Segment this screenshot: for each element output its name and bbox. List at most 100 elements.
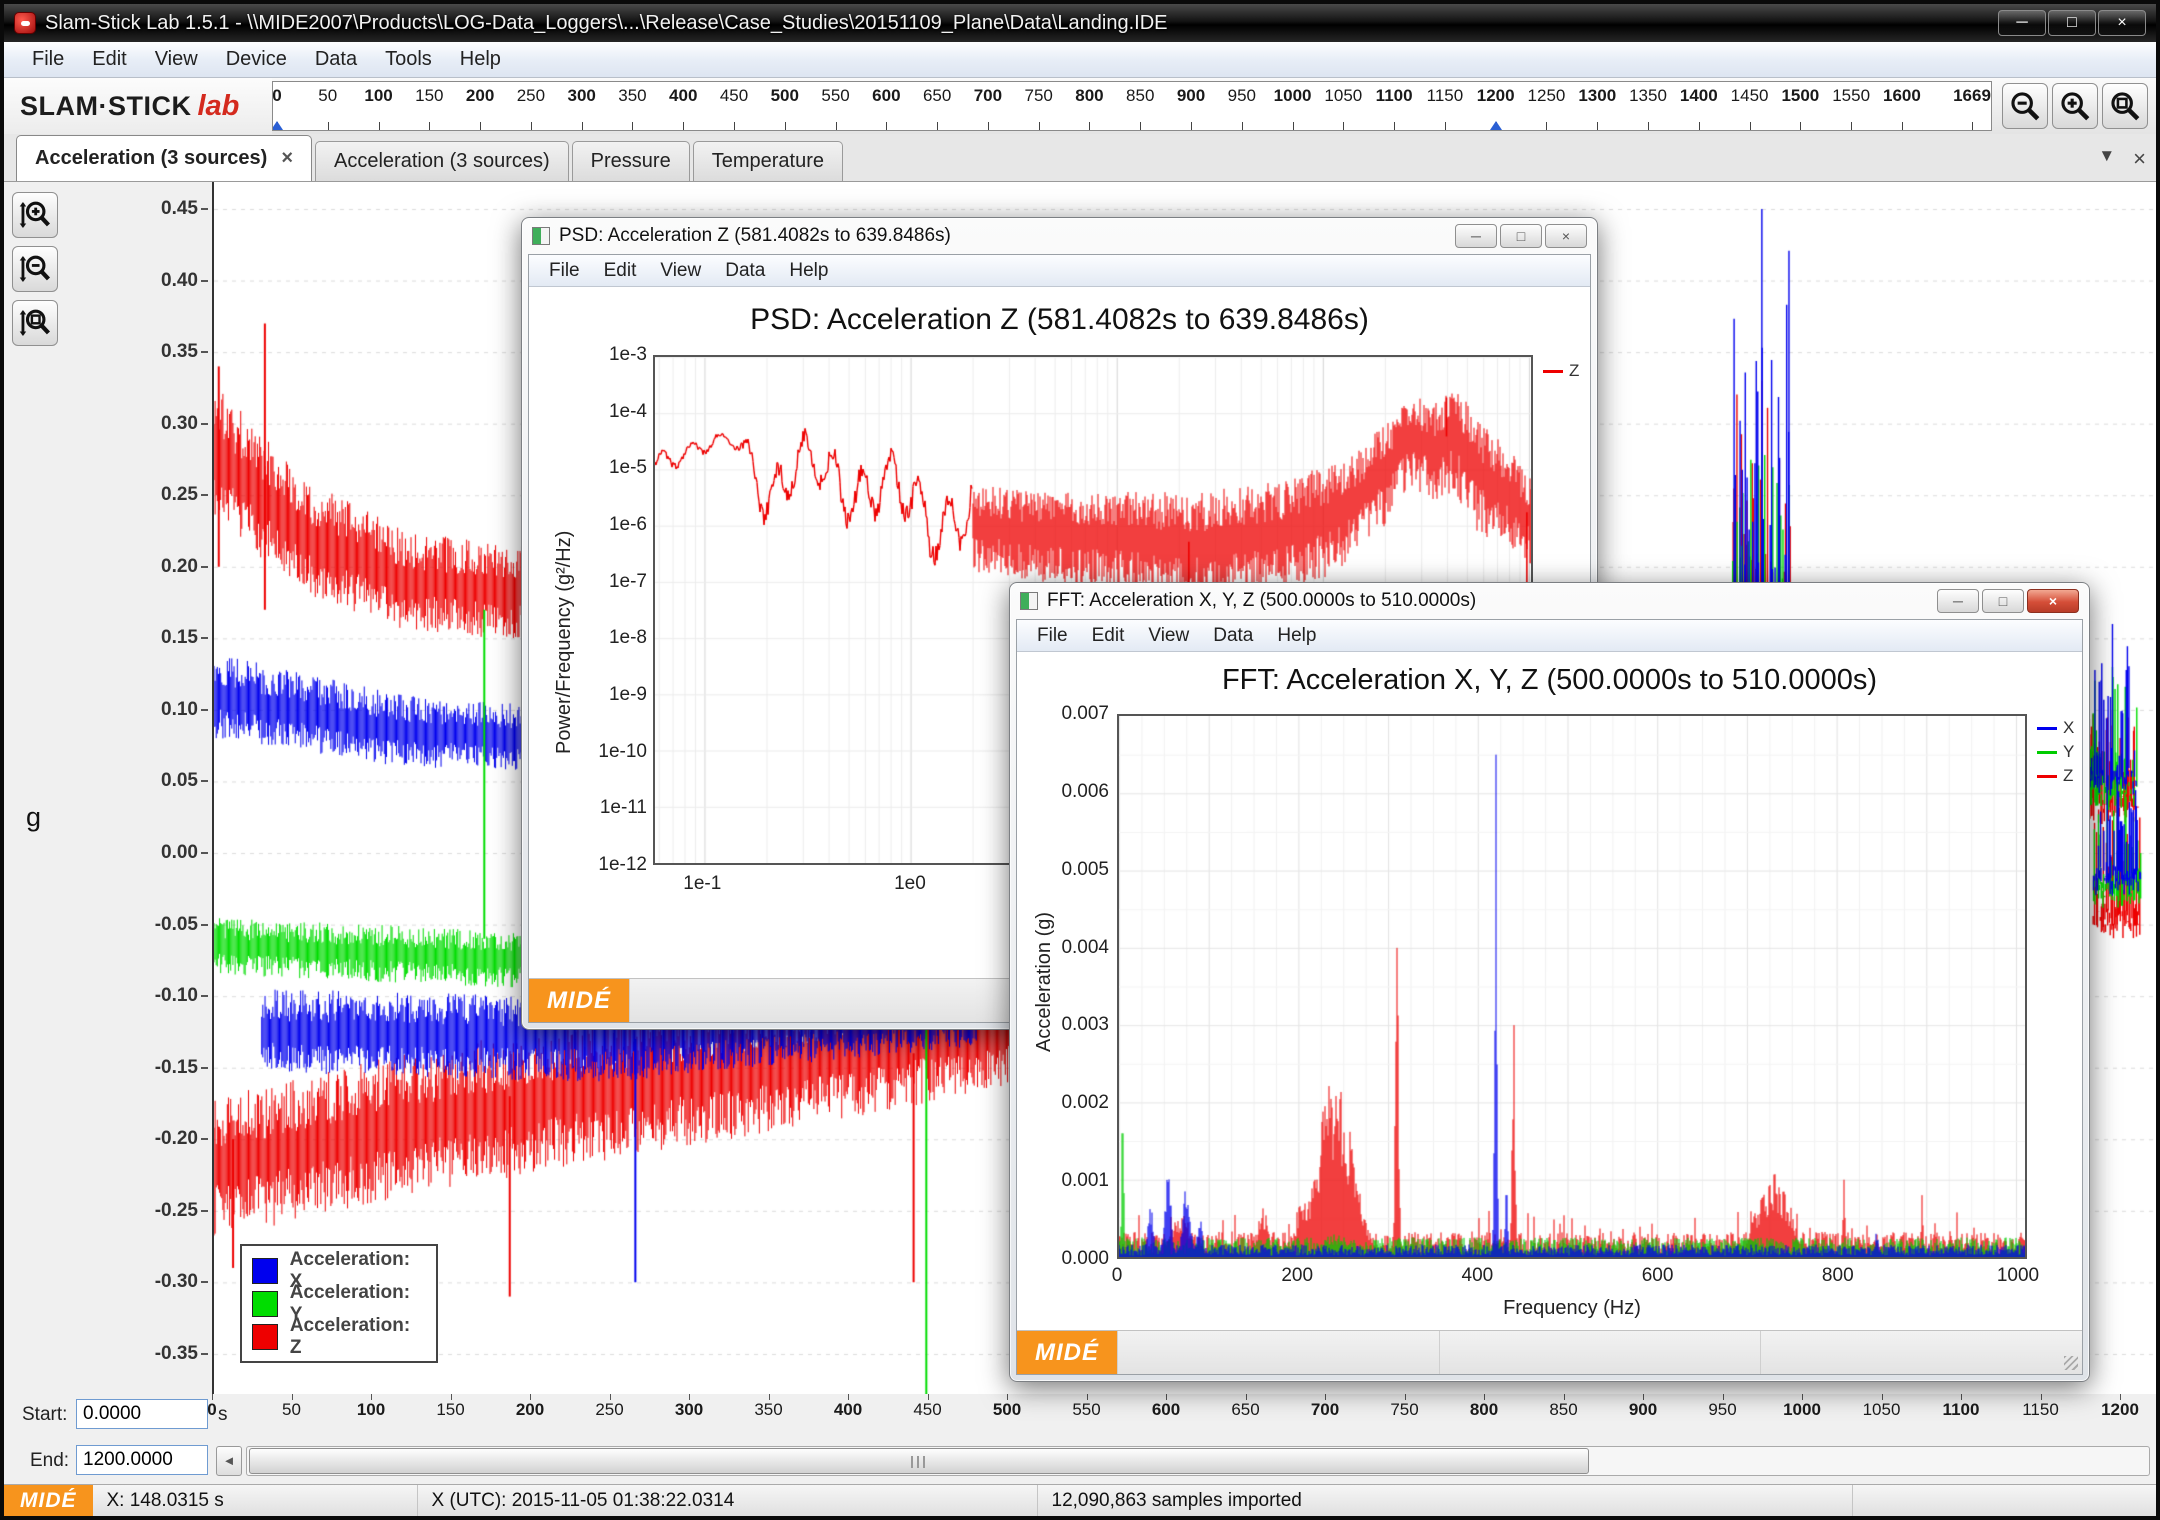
end-time-input[interactable] (76, 1445, 208, 1475)
legend-swatch (252, 1291, 278, 1317)
ruler-label: 100 (357, 1400, 385, 1420)
zoom-out-x-button[interactable] (2002, 83, 2048, 129)
fft-footer: MIDÉ (1017, 1330, 2082, 1374)
psd-y-tick: 1e-10 (575, 741, 647, 763)
fft-title-bar[interactable]: FFT: Acceleration X, Y, Z (500.0000s to … (1010, 583, 2089, 619)
resize-grip[interactable] (2064, 1356, 2078, 1370)
minimize-button[interactable]: ─ (1998, 10, 2046, 36)
ruler-label: 1450 (1731, 86, 1769, 106)
tab-3[interactable]: Temperature (693, 141, 843, 181)
ruler-label: 550 (821, 86, 849, 106)
legend-swatch (252, 1258, 278, 1284)
menu-item-tools[interactable]: Tools (371, 45, 446, 74)
ruler-label: 1500 (1781, 86, 1819, 106)
psd-minimize-button[interactable]: ─ (1455, 224, 1497, 248)
menu-item-edit[interactable]: Edit (1080, 623, 1137, 649)
fft-plot-area[interactable] (1117, 714, 2027, 1259)
status-x-cursor: X: 148.0315 s (93, 1485, 418, 1516)
close-button[interactable]: × (2098, 10, 2146, 36)
tab-0[interactable]: Acceleration (3 sources)× (16, 135, 312, 181)
ruler-label: 1150 (1427, 86, 1464, 106)
menu-item-help[interactable]: Help (1265, 623, 1328, 649)
ruler-label: 1400 (1680, 86, 1718, 106)
main-y-axis: 0.450.400.350.300.250.200.150.100.050.00… (4, 182, 208, 1394)
ruler-label: 200 (516, 1400, 544, 1420)
menu-item-view[interactable]: View (1136, 623, 1201, 649)
ruler-label: 600 (1152, 1400, 1180, 1420)
psd-close-button[interactable]: × (1545, 224, 1587, 248)
ruler-label: 150 (436, 1400, 464, 1420)
ruler-label: 1250 (1528, 86, 1566, 106)
tab-label: Acceleration (3 sources) (334, 150, 550, 173)
menu-item-file[interactable]: File (1025, 623, 1080, 649)
fft-close-button[interactable]: × (2027, 589, 2079, 613)
tab-1[interactable]: Acceleration (3 sources) (315, 141, 569, 181)
ruler-label: 600 (872, 86, 900, 106)
maximize-button[interactable]: □ (2048, 10, 2096, 36)
time-ruler[interactable]: 0501001502002503003504004505005506006507… (272, 81, 1992, 131)
fft-minimize-button[interactable]: ─ (1937, 589, 1979, 613)
ruler-label: 300 (675, 1400, 703, 1420)
brand-text: SLAM·STICK (20, 91, 191, 122)
fft-window-icon (1020, 592, 1038, 610)
ruler-label: 250 (595, 1400, 623, 1420)
menu-item-data[interactable]: Data (301, 45, 371, 74)
ruler-label: 1050 (1324, 86, 1362, 106)
fft-x-tick: 0 (1112, 1265, 1123, 1287)
menu-item-edit[interactable]: Edit (78, 45, 140, 74)
y-tick-label: -0.05 (155, 914, 198, 936)
y-tick-label: 0.10 (161, 699, 198, 721)
menu-item-view[interactable]: View (648, 258, 713, 284)
scrollbar-thumb[interactable] (249, 1448, 1589, 1474)
menu-item-help[interactable]: Help (446, 45, 515, 74)
horizontal-scrollbar[interactable] (246, 1446, 2150, 1476)
fft-y-tick: 0.000 (1041, 1248, 1109, 1270)
psd-maximize-button[interactable]: □ (1500, 224, 1542, 248)
ruler-label: 400 (669, 86, 697, 106)
psd-x-tick: 1e0 (894, 873, 926, 895)
menu-item-device[interactable]: Device (212, 45, 301, 74)
menu-item-data[interactable]: Data (1201, 623, 1265, 649)
fft-x-tick: 200 (1281, 1265, 1313, 1287)
zoom-fit-x-button[interactable] (2102, 83, 2148, 129)
fft-window-title: FFT: Acceleration X, Y, Z (500.0000s to … (1047, 590, 1937, 612)
y-tick-label: 0.35 (161, 341, 198, 363)
menu-item-edit[interactable]: Edit (592, 258, 649, 284)
tab-list-dropdown-icon[interactable]: ▼ (2098, 146, 2115, 172)
psd-window-icon (532, 227, 550, 245)
main-plot-legend: Acceleration: XAcceleration: YAccelerati… (240, 1244, 438, 1363)
tab-label: Pressure (591, 150, 671, 173)
psd-title-bar[interactable]: PSD: Acceleration Z (581.4082s to 639.84… (522, 218, 1597, 254)
psd-y-tick: 1e-8 (575, 627, 647, 649)
fft-x-tick: 600 (1642, 1265, 1674, 1287)
menu-item-view[interactable]: View (141, 45, 212, 74)
zoom-in-x-button[interactable] (2052, 83, 2098, 129)
ruler-label: 350 (618, 86, 646, 106)
ruler-label: 50 (282, 1400, 301, 1420)
tab-close-icon[interactable]: × (281, 147, 293, 170)
tab-close-icon[interactable]: × (2133, 146, 2146, 172)
psd-y-tick: 1e-6 (575, 514, 647, 536)
menu-item-file[interactable]: File (18, 45, 78, 74)
start-time-input[interactable] (76, 1399, 208, 1429)
legend-swatch (2037, 727, 2057, 730)
status-samples: 12,090,863 samples imported (1038, 1485, 1853, 1516)
fft-maximize-button[interactable]: □ (1982, 589, 2024, 613)
mide-logo: MIDÉ (1017, 1331, 1117, 1374)
legend-swatch (2037, 751, 2057, 754)
ruler-position-marker[interactable] (272, 121, 283, 130)
psd-y-tick: 1e-7 (575, 571, 647, 593)
ruler-label: 1000 (1274, 86, 1312, 106)
ruler-position-marker[interactable] (1490, 121, 1502, 130)
ruler-label: 750 (1390, 1400, 1418, 1420)
fft-y-tick: 0.001 (1041, 1170, 1109, 1192)
ruler-label: 500 (993, 1400, 1021, 1420)
menu-item-help[interactable]: Help (777, 258, 840, 284)
tab-2[interactable]: Pressure (572, 141, 690, 181)
menu-item-file[interactable]: File (537, 258, 592, 284)
menu-item-data[interactable]: Data (713, 258, 777, 284)
y-tick-label: 0.25 (161, 484, 198, 506)
y-tick-label: -0.20 (155, 1128, 198, 1150)
fft-y-tick: 0.002 (1041, 1092, 1109, 1114)
scroll-left-button[interactable]: ◄ (216, 1446, 242, 1476)
